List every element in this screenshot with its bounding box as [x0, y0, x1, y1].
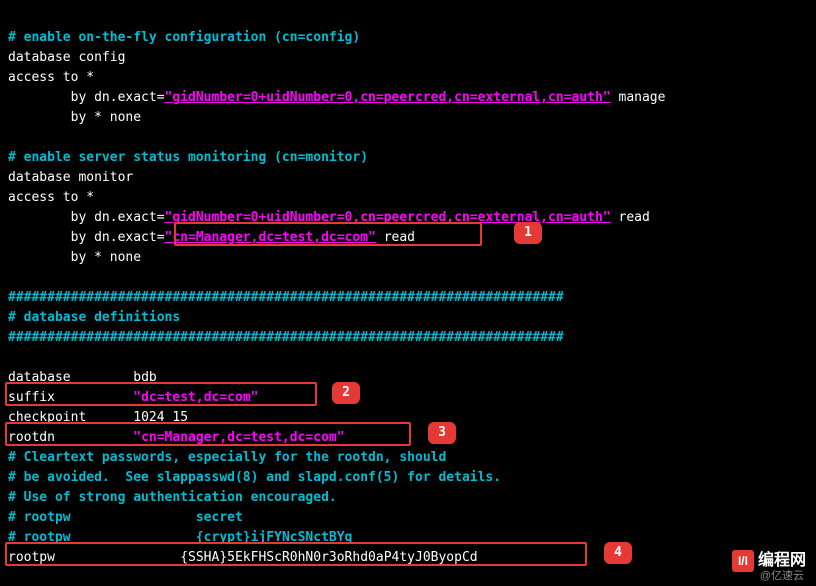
watermark-logo-icon: I/I: [732, 550, 754, 572]
terminal-output: # enable on-the-fly configuration (cn=co…: [0, 0, 816, 576]
checkpoint-key: checkpoint: [8, 410, 86, 425]
config-prefix: by dn.exact: [8, 230, 157, 245]
comment-line: # Use of strong authentication encourage…: [8, 490, 337, 505]
config-prefix: by dn.exact: [8, 210, 157, 225]
comment-prefix: # rootpw: [8, 510, 71, 525]
watermark-sub: @亿速云: [760, 566, 804, 586]
divider-line: ########################################…: [8, 330, 564, 345]
database-key: database: [8, 370, 71, 385]
config-line: database monitor: [8, 170, 133, 185]
comment-line: # enable on-the-fly configuration (cn=co…: [8, 30, 360, 45]
config-line: access to *: [8, 190, 94, 205]
comment-line: # be avoided. See slappasswd(8) and slap…: [8, 470, 501, 485]
checkpoint-value: 1024 15: [86, 410, 188, 425]
equals: =: [157, 90, 165, 105]
comment-line: # Cleartext passwords, especially for th…: [8, 450, 446, 465]
database-value: bdb: [71, 370, 157, 385]
dn-string-highlighted: "cn=Manager,dc=test,dc=com": [165, 230, 376, 245]
config-line: by * none: [8, 250, 141, 265]
config-line: by * none: [8, 110, 141, 125]
comment-line: # database definitions: [8, 310, 180, 325]
rootpw-value: {SSHA}5EkFHScR0hN0r3oRhd0aP4tyJ0ByopCd: [55, 550, 478, 565]
config-suffix: manage: [611, 90, 666, 105]
rootpw-key: rootpw: [8, 550, 55, 565]
equals: =: [157, 210, 165, 225]
comment-prefix: # rootpw: [8, 530, 71, 545]
suffix-value: "dc=test,dc=com": [133, 390, 258, 405]
config-prefix: by dn.exact: [8, 90, 157, 105]
comment-value: secret: [71, 510, 243, 525]
rootdn-value: "cn=Manager,dc=test,dc=com": [133, 430, 344, 445]
divider-line: ########################################…: [8, 290, 564, 305]
equals: =: [157, 230, 165, 245]
config-line: access to *: [8, 70, 94, 85]
comment-line: # enable server status monitoring (cn=mo…: [8, 150, 368, 165]
rootdn-key: rootdn: [8, 430, 55, 445]
dn-string: "gidNumber=0+uidNumber=0,cn=peercred,cn=…: [165, 90, 611, 105]
config-suffix: read: [376, 230, 415, 245]
config-suffix: read: [611, 210, 650, 225]
suffix-key: suffix: [8, 390, 55, 405]
comment-value: {crypt}ijFYNcSNctBYg: [71, 530, 353, 545]
dn-string: "gidNumber=0+uidNumber=0,cn=peercred,cn=…: [165, 210, 611, 225]
config-line: database config: [8, 50, 125, 65]
